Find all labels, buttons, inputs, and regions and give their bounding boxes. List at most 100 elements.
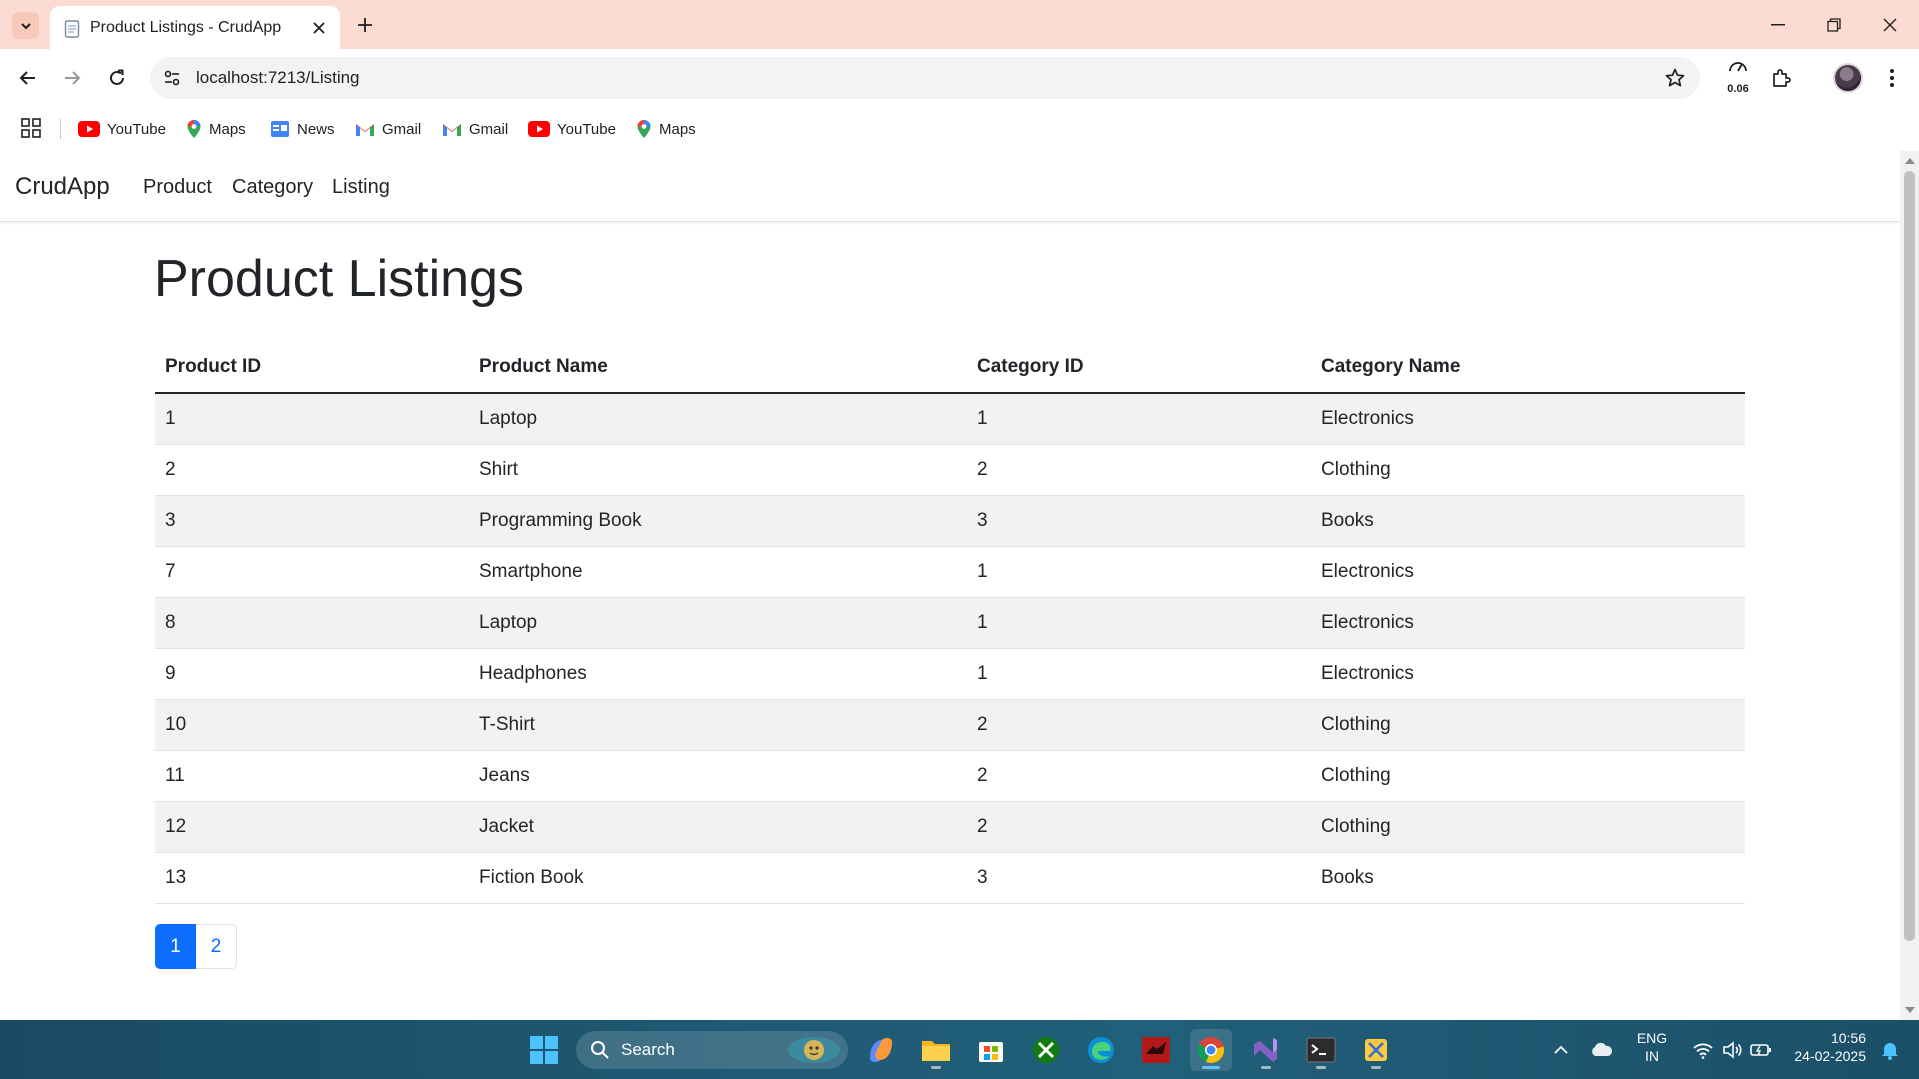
back-button[interactable] [12,62,44,94]
xbox-icon [1033,1037,1059,1063]
page-button-2[interactable]: 2 [196,924,237,969]
taskbar-app-visual-studio[interactable] [1245,1029,1287,1071]
gmail-icon [443,123,461,136]
table-row: 3 Programming Book 3 Books [155,495,1745,547]
nav-link-category[interactable]: Category [232,176,313,199]
taskbar-app-chrome[interactable] [1190,1029,1232,1071]
bookmark-star-icon[interactable] [1664,67,1686,89]
bookmark-label: Maps [659,120,696,138]
kebab-menu-icon [1890,69,1894,87]
taskbar-app-unknown[interactable] [1135,1029,1177,1071]
bookmarks-bar: YouTube Maps News Gmail Gmail YouTube Ma… [0,107,1919,151]
taskbar-app-file-explorer[interactable] [915,1029,957,1071]
product-name-cell: Shirt [469,444,967,496]
performance-icon[interactable] [1722,53,1754,79]
copilot-icon [870,1037,892,1063]
close-window-button[interactable] [1862,0,1918,49]
tray-onedrive[interactable] [1583,1029,1619,1071]
language-indicator[interactable]: ENG IN [1628,1029,1676,1065]
restore-button[interactable] [1806,0,1862,49]
apps-grid-icon[interactable] [20,117,42,139]
bookmark-label: Gmail [382,120,422,138]
app-icon [1142,1037,1170,1063]
scroll-down-arrow[interactable] [1905,1007,1915,1013]
clock[interactable]: 10:56 24-02-2025 [1786,1029,1866,1065]
address-bar[interactable]: localhost:7213/Listing [150,57,1700,99]
bookmark-youtube[interactable]: YouTube [78,116,166,142]
category-name-cell: Clothing [1311,444,1745,496]
arrow-left-icon [19,71,35,85]
product-name-cell: Jacket [469,801,967,853]
category-name-cell: Electronics [1311,648,1745,700]
scrollbar-thumb[interactable] [1904,171,1915,941]
snipping-tool-icon [1365,1039,1387,1061]
tray-quick-settings[interactable] [1679,1029,1785,1071]
clock-time: 10:56 [1830,1030,1866,1046]
taskbar-app-copilot[interactable] [860,1029,902,1071]
taskbar-app-store[interactable] [970,1029,1012,1071]
product-id-cell: 11 [155,750,469,802]
folder-icon [922,1041,950,1061]
profile-avatar[interactable] [1832,62,1864,94]
notifications-button[interactable] [1872,1029,1908,1071]
taskbar-app-xbox[interactable] [1025,1029,1067,1071]
gmail-icon [356,123,374,136]
visual-studio-icon [1254,1038,1277,1062]
category-id-cell: 2 [967,750,1311,802]
table-row: 1 Laptop 1 Electronics [155,393,1745,445]
reload-button[interactable] [101,62,133,94]
chevron-down-icon [20,22,31,29]
tray-overflow-button[interactable] [1543,1029,1579,1071]
bookmark-youtube[interactable]: YouTube [528,116,616,142]
web-page: CrudApp Product Category Listing Product… [0,151,1900,1020]
site-info-icon[interactable] [162,68,182,88]
chevron-up-icon [1554,1045,1568,1054]
product-name-cell: Fiction Book [469,852,967,904]
scroll-up-arrow[interactable] [1905,158,1915,164]
start-button[interactable] [523,1029,565,1071]
app-navbar: CrudApp Product Category Listing [0,151,1900,222]
running-indicator [1371,1066,1381,1069]
minimize-button[interactable] [1750,0,1806,49]
taskbar-app-edge[interactable] [1080,1029,1122,1071]
bookmark-gmail[interactable]: Gmail [442,116,508,142]
taskbar-search-box[interactable]: Search [576,1031,848,1069]
new-tab-button[interactable] [352,12,378,38]
nav-link-listing[interactable]: Listing [332,176,390,199]
youtube-icon [78,121,100,137]
extensions-button[interactable] [1765,62,1797,94]
category-name-cell: Electronics [1311,597,1745,649]
page-button-1[interactable]: 1 [155,924,196,969]
brand-link[interactable]: CrudApp [15,173,110,201]
nav-link-product[interactable]: Product [143,176,212,199]
vertical-scrollbar[interactable] [1900,151,1919,1020]
category-name-cell: Books [1311,852,1745,904]
restore-icon [1827,17,1841,32]
taskbar-app-terminal[interactable] [1300,1029,1342,1071]
product-id-cell: 8 [155,597,469,649]
url-text[interactable]: localhost:7213/Listing [196,68,360,88]
bookmark-gmail[interactable]: Gmail [355,116,421,142]
tab-search-button[interactable] [12,12,39,39]
bookmark-label: Gmail [469,120,509,138]
forward-button[interactable] [56,62,88,94]
product-name-cell: Jeans [469,750,967,802]
column-header: Product ID [155,342,469,394]
bookmark-maps[interactable]: Maps [186,116,246,142]
bookmark-news[interactable]: News [270,116,335,142]
taskbar-app-snipping[interactable] [1355,1029,1397,1071]
bookmark-maps[interactable]: Maps [636,116,696,142]
running-indicator [1316,1066,1326,1069]
close-icon[interactable] [308,17,330,39]
tab-active[interactable]: Product Listings - CrudApp [50,6,340,49]
category-name-cell: Electronics [1311,393,1745,445]
language-line1: ENG [1636,1030,1668,1046]
volume-icon [1723,1041,1742,1059]
category-id-cell: 3 [967,495,1311,547]
product-id-cell: 9 [155,648,469,700]
column-header: Product Name [469,342,967,394]
maps-icon [187,120,201,138]
table-row: 10 T-Shirt 2 Clothing [155,699,1745,751]
menu-button[interactable] [1876,62,1908,94]
category-name-cell: Electronics [1311,546,1745,598]
